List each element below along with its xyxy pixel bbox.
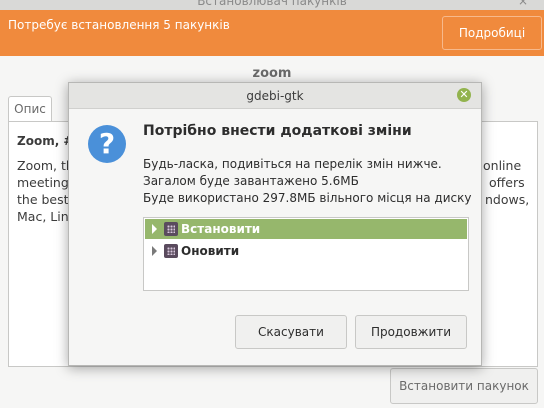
dialog-heading: Потрібно внести додаткові зміни — [143, 123, 412, 139]
dialog-message-line: Загалом буде завантажено 5.6МБ — [143, 174, 359, 188]
screen: Встановлювач пакунків × Потребує встанов… — [0, 0, 544, 408]
background-titlebar: Встановлювач пакунків × — [0, 0, 544, 10]
dialog-titlebar: gdebi-gtk ✕ — [69, 83, 481, 109]
close-icon[interactable]: ✕ — [457, 88, 471, 102]
description-line: Zoom, th — [17, 158, 74, 173]
install-package-button[interactable]: Встановити пакунок — [390, 368, 538, 404]
change-row-upgrade[interactable]: Оновити — [145, 241, 467, 261]
background-close-icon[interactable]: × — [518, 0, 528, 8]
continue-button[interactable]: Продовжити — [355, 315, 467, 349]
question-icon: ? — [88, 125, 126, 163]
package-name: zoom — [252, 66, 292, 81]
dialog-title: gdebi-gtk — [246, 89, 304, 103]
dialog-message-line: Будь-ласка, подивіться на перелік змін н… — [143, 157, 442, 171]
info-banner: Потребує встановлення 5 пакунків Подроби… — [0, 10, 544, 56]
expander-arrow-icon[interactable] — [152, 224, 157, 234]
cancel-button[interactable]: Скасувати — [235, 315, 347, 349]
description-line: ndows, — [485, 192, 530, 207]
tab-description[interactable]: Опис — [8, 96, 52, 122]
details-button[interactable]: Подробиці — [442, 16, 542, 50]
package-group-icon — [164, 244, 178, 258]
changes-tree[interactable]: Встановити Оновити — [143, 217, 469, 291]
dialog-message-line: Буде використано 297.8МБ вільного місця … — [143, 191, 472, 205]
expander-arrow-icon[interactable] — [152, 246, 157, 256]
banner-text: Потребує встановлення 5 пакунків — [8, 18, 230, 32]
change-row-label: Оновити — [181, 244, 240, 258]
change-row-label: Встановити — [181, 222, 261, 236]
description-line: online — [483, 158, 522, 173]
description-line: offers — [489, 175, 525, 190]
description-title: Zoom, # — [17, 134, 74, 148]
description-line: the best — [17, 192, 69, 207]
package-group-icon — [164, 222, 178, 236]
description-line: meetings — [17, 175, 76, 190]
changes-dialog: gdebi-gtk ✕ ? Потрібно внести додаткові … — [68, 82, 482, 366]
background-window-title: Встановлювач пакунків — [197, 0, 347, 8]
change-row-install[interactable]: Встановити — [145, 219, 467, 239]
